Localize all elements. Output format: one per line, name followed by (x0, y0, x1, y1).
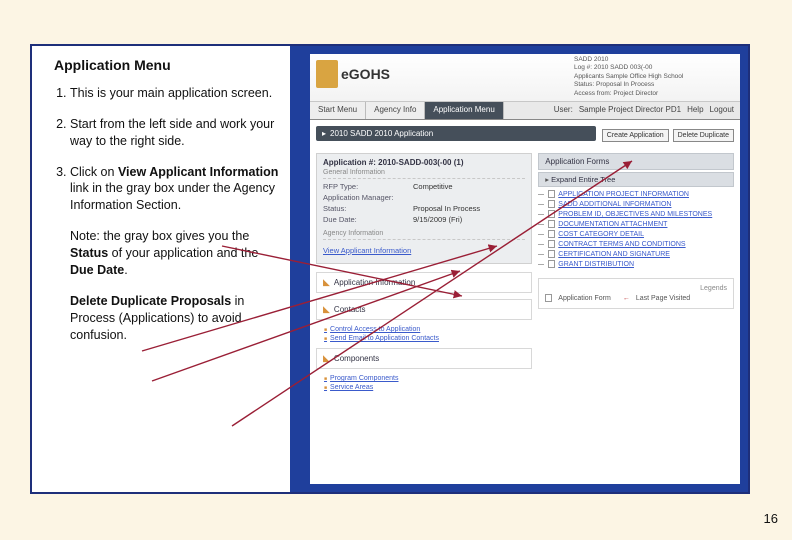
triangle-icon: ◣ (323, 353, 330, 364)
app-header: eGOHS SADD 2010 Log #: 2010 SADD 003(-00… (310, 54, 740, 102)
chevron-right-icon: ▸ (322, 129, 326, 138)
document-icon (548, 250, 555, 258)
application-banner: ▸ 2010 SADD 2010 Application (316, 126, 596, 141)
app-logo: eGOHS (316, 60, 390, 88)
step-2: Start from the left side and work your w… (70, 116, 280, 150)
application-information-section[interactable]: ◣ Application Information (316, 272, 532, 293)
help-link[interactable]: Help (687, 105, 703, 116)
logout-link[interactable]: Logout (710, 105, 734, 116)
document-icon (548, 230, 555, 238)
components-section[interactable]: ◣ Components (316, 348, 532, 369)
contacts-links: Control Access to Application Send Email… (324, 326, 532, 342)
logo-text: eGOHS (341, 66, 390, 82)
general-info-box: Application #: 2010-SADD-003(-00 (1) Gen… (316, 153, 532, 264)
instruction-list: This is your main application screen. St… (46, 85, 280, 214)
tree-node[interactable]: CERTIFICATION AND SIGNATURE (538, 250, 734, 258)
user-bar: User: Sample Project Director PD1 Help L… (548, 102, 740, 119)
screenshot-panel: eGOHS SADD 2010 Log #: 2010 SADD 003(-00… (290, 46, 748, 492)
program-components-link[interactable]: Program Components (324, 375, 532, 382)
instruction-panel: Application Menu This is your main appli… (32, 46, 290, 492)
step-3: Click on View Applicant Information link… (70, 164, 280, 215)
triangle-icon: ◣ (323, 304, 330, 315)
agency-info-header: Agency Information (323, 230, 525, 240)
slide-frame: Application Menu This is your main appli… (30, 44, 750, 494)
document-icon (545, 294, 552, 302)
tab-application-menu[interactable]: Application Menu (425, 102, 503, 119)
document-icon (548, 220, 555, 228)
tab-agency-info[interactable]: Agency Info (366, 102, 425, 119)
document-icon (548, 210, 555, 218)
tree-node[interactable]: COST CATEGORY DETAIL (538, 230, 734, 238)
tree-node[interactable]: PROBLEM ID, OBJECTIVES AND MILESTONES (538, 210, 734, 218)
create-application-button[interactable]: Create Application (602, 129, 669, 142)
app-screen: eGOHS SADD 2010 Log #: 2010 SADD 003(-00… (310, 54, 740, 484)
tree-node[interactable]: CONTRACT TERMS AND CONDITIONS (538, 240, 734, 248)
header-meta: SADD 2010 Log #: 2010 SADD 003(-00 Appli… (574, 56, 734, 98)
general-info-header: General Information (323, 169, 525, 179)
components-links: Program Components Service Areas (324, 375, 532, 391)
tree-node[interactable]: SADD ADDITIONAL INFORMATION (538, 200, 734, 208)
expand-tree-toggle[interactable]: Expand Entire Tree (538, 172, 734, 187)
document-icon (548, 200, 555, 208)
triangle-icon: ◣ (323, 277, 330, 288)
forms-tree: APPLICATION PROJECT INFORMATION SADD ADD… (538, 190, 734, 268)
document-icon (548, 190, 555, 198)
delete-paragraph: Delete Duplicate Proposals in Process (A… (70, 293, 280, 344)
tab-bar: Start Menu Agency Info Application Menu … (310, 102, 740, 120)
send-email-link[interactable]: Send Email to Application Contacts (324, 335, 532, 342)
legend-box: Legends Application Form ← Last Page Vis… (538, 278, 734, 309)
app-body: Application #: 2010-SADD-003(-00 (1) Gen… (310, 145, 740, 401)
service-areas-link[interactable]: Service Areas (324, 384, 532, 391)
tree-node[interactable]: APPLICATION PROJECT INFORMATION (538, 190, 734, 198)
left-pane: Application #: 2010-SADD-003(-00 (1) Gen… (316, 153, 532, 393)
document-icon (548, 240, 555, 248)
document-icon (548, 260, 555, 268)
logo-icon (316, 60, 338, 88)
tree-node[interactable]: DOCUMENTATION ATTACHMENT (538, 220, 734, 228)
page-number: 16 (764, 511, 778, 526)
note-paragraph: Note: the gray box gives you the Status … (70, 228, 280, 279)
right-pane: Application Forms Expand Entire Tree APP… (538, 153, 734, 393)
application-forms-bar: Application Forms (538, 153, 734, 170)
tab-start-menu[interactable]: Start Menu (310, 102, 366, 119)
control-access-link[interactable]: Control Access to Application (324, 326, 532, 333)
delete-duplicate-button[interactable]: Delete Duplicate (673, 129, 734, 142)
arrow-left-icon: ← (623, 295, 630, 302)
step-1: This is your main application screen. (70, 85, 280, 102)
contacts-section[interactable]: ◣ Contacts (316, 299, 532, 320)
panel-heading: Application Menu (54, 56, 280, 75)
view-applicant-info-link[interactable]: View Applicant Information (323, 246, 411, 255)
tree-node[interactable]: GRANT DISTRIBUTION (538, 260, 734, 268)
